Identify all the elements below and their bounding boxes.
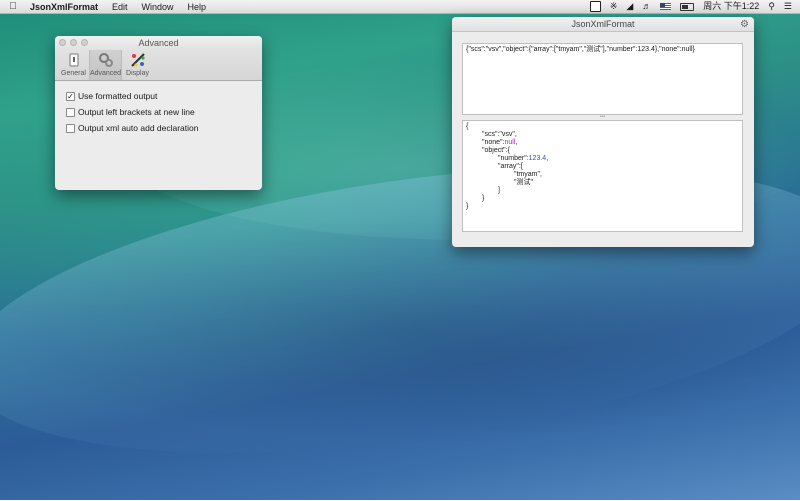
output-line: { [466,123,739,131]
xml-declaration-checkbox[interactable] [66,123,75,133]
option-formatted-output[interactable]: ✓ Use formatted output [66,88,262,104]
option-label: Output left brackets at new line [78,107,195,117]
json-value: "vsv", [499,131,517,138]
option-label: Use formatted output [78,91,158,101]
output-line: "测试" [466,179,739,187]
us-flag-input-icon[interactable] [660,3,672,10]
gear-icon[interactable]: ⚙ [740,18,749,32]
tab-general[interactable]: General [58,50,89,80]
left-brackets-checkbox[interactable] [66,107,75,117]
formatted-output-checkbox[interactable]: ✓ [66,91,75,101]
json-punct: , [546,155,549,162]
bluetooth-icon[interactable]: ※ [610,1,618,12]
spotlight-search-icon[interactable]: ⚲ [768,1,775,12]
options-list: ✓ Use formatted output Output left brack… [55,81,262,136]
tab-display-label: Display [126,70,149,77]
json-value: } [482,195,485,202]
menu-bar:  JsonXmlFormat Edit Window Help ※ ◢ ♬ 周… [0,0,800,14]
json-key: "array": [498,163,521,170]
json-value: null [504,139,516,146]
json-value: } [466,203,469,210]
advanced-gears-icon [98,52,114,68]
output-line: ] [466,187,739,195]
window-controls [59,39,88,46]
brush-colors-icon [130,52,146,68]
json-value: { [466,123,469,130]
volume-icon[interactable]: ♬ [642,1,651,12]
close-button[interactable] [59,39,66,46]
jsonxmlformat-window: JsonXmlFormat ⚙ {"scs":"vsv","object":{"… [452,17,754,247]
output-line: } [466,195,739,203]
menu-extras: ※ ◢ ♬ 周六 下午1:22 ⚲ ☰ [589,1,792,12]
json-value: { [507,147,510,154]
output-line: } [466,203,739,211]
option-left-brackets-newline[interactable]: Output left brackets at new line [66,104,262,120]
tab-advanced[interactable]: Advanced [89,50,122,80]
formatted-output-area[interactable]: {"scs":"vsv", "none":null, "object":{"numb… [462,120,743,232]
json-value: "测试" [514,179,533,186]
switch-icon [66,52,82,68]
preferences-window: Advanced General Advanced Display ✓ Use … [55,36,262,190]
notification-center-icon[interactable]: ☰ [784,1,792,12]
json-key: "number": [498,155,529,162]
json-value: 123.4 [528,155,547,162]
output-line: "array":[ [466,163,739,171]
json-key: "scs": [482,131,500,138]
tab-general-label: General [61,70,86,77]
main-title: JsonXmlFormat [571,19,635,29]
json-input-area[interactable]: {"scs":"vsv","object":{"array":["tmyam",… [462,43,743,115]
jsonxml-status-icon[interactable] [589,1,601,12]
output-line: "scs":"vsv", [466,131,739,139]
output-line: "tmyam", [466,171,739,179]
prefs-toolbar: General Advanced Display [55,50,262,81]
main-titlebar[interactable]: JsonXmlFormat ⚙ [452,17,754,32]
menu-help[interactable]: Help [188,2,207,12]
option-xml-declaration[interactable]: Output xml auto add declaration [66,120,262,136]
output-line: "object":{ [466,147,739,155]
clock[interactable]: 周六 下午1:22 [703,1,759,12]
menu-app-name[interactable]: JsonXmlFormat [30,2,98,12]
json-value: "tmyam", [514,171,542,178]
prefs-titlebar[interactable]: Advanced [55,36,262,50]
minimize-button[interactable] [70,39,77,46]
output-line: "number":123.4, [466,155,739,163]
menu-window[interactable]: Window [142,2,174,12]
option-label: Output xml auto add declaration [78,123,199,133]
apple-menu-icon[interactable]:  [4,1,22,12]
json-key: "object": [482,147,508,154]
json-punct: , [515,139,518,146]
menu-edit[interactable]: Edit [112,2,128,12]
json-value: ] [498,187,500,194]
json-key: "none": [482,139,505,146]
json-value: [ [520,163,523,170]
wifi-icon[interactable]: ◢ [626,1,633,12]
output-line: "none":null, [466,139,739,147]
split-divider[interactable]: ••• [462,115,743,120]
tab-advanced-label: Advanced [89,70,122,77]
battery-icon[interactable] [680,2,695,11]
tab-display[interactable]: Display [122,50,153,80]
zoom-button[interactable] [81,39,88,46]
prefs-title: Advanced [138,38,179,48]
